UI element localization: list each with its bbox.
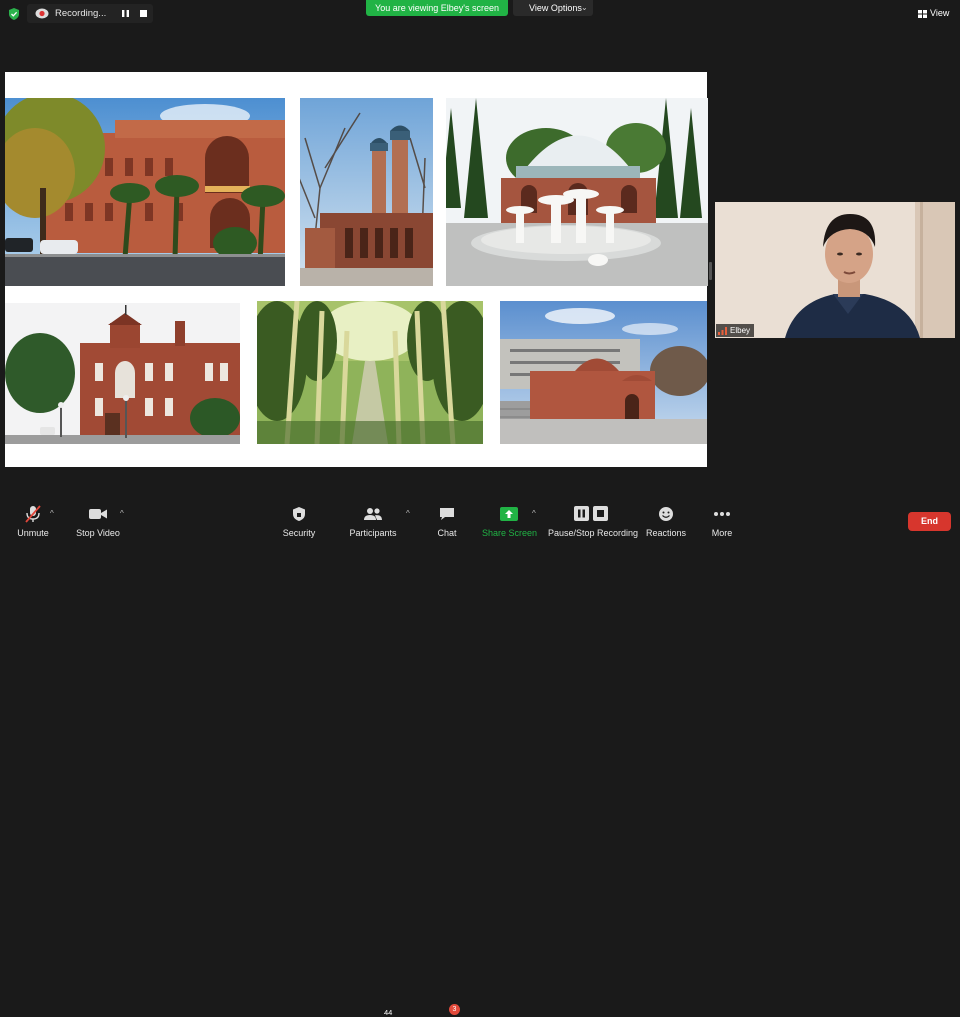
chevron-down-icon: ⌄ (581, 3, 588, 12)
photo-green-park-alley (257, 301, 483, 444)
photo-mosque-minarets (300, 98, 433, 286)
recording-controls-icon (574, 506, 608, 521)
participants-options-caret[interactable]: ^ (406, 509, 410, 518)
chat-unread-badge: 3 (449, 1004, 460, 1015)
audio-options-caret[interactable]: ^ (50, 509, 54, 518)
reactions-label: Reactions (646, 528, 687, 538)
view-label: View (930, 8, 950, 18)
participants-count: 44 (384, 1008, 393, 1017)
view-button[interactable]: View (918, 8, 949, 18)
video-options-caret[interactable]: ^ (120, 509, 124, 518)
video-camera-icon (89, 509, 107, 519)
stop-video-button[interactable]: Stop Video (72, 504, 124, 538)
security-shield-icon[interactable] (7, 7, 21, 21)
pause-stop-recording-label: Pause/Stop Recording (548, 528, 639, 538)
photo-small-domed-building (500, 301, 707, 444)
pause-stop-recording-button[interactable]: Pause/Stop Recording (548, 504, 639, 538)
view-options-button[interactable]: View Options ⌄ (513, 0, 593, 16)
share-screen-button[interactable]: Share Screen (482, 504, 538, 538)
recording-label: Recording... (55, 8, 107, 19)
security-shield-icon (293, 507, 305, 521)
participant-name-tag: Elbey (716, 324, 755, 337)
chat-button[interactable]: Chat (432, 504, 462, 538)
more-button[interactable]: More (706, 504, 738, 538)
share-screen-arrow-icon (500, 507, 518, 521)
reactions-button[interactable]: Reactions (646, 504, 686, 538)
share-options-caret[interactable]: ^ (532, 509, 536, 518)
chat-label: Chat (437, 528, 457, 538)
participant-video-tile[interactable] (715, 202, 955, 338)
unmute-button[interactable]: Unmute (12, 504, 54, 538)
photo-domed-building-fountain (446, 98, 708, 286)
participants-label: Participants (349, 528, 397, 538)
chat-icon (440, 508, 454, 520)
microphone-muted-icon (25, 505, 41, 523)
reactions-emoji-icon (659, 507, 673, 521)
viewing-screen-banner: You are viewing Elbey's screen (366, 0, 508, 16)
participants-icon (364, 508, 382, 520)
security-label: Security (282, 528, 316, 538)
shared-screen (5, 72, 708, 467)
signal-bars-icon (718, 326, 727, 335)
share-screen-label: Share Screen (482, 528, 538, 538)
more-label: More (711, 528, 733, 538)
stop-video-label: Stop Video (76, 528, 120, 538)
more-dots-icon (714, 512, 730, 516)
end-meeting-button[interactable]: End (908, 512, 951, 531)
panel-resize-handle[interactable] (709, 262, 712, 280)
stop-icon[interactable] (140, 10, 147, 17)
participants-button[interactable]: Participants (348, 504, 398, 538)
grid-view-icon (918, 10, 927, 18)
security-button[interactable]: Security (280, 504, 318, 538)
view-options-label: View Options (529, 3, 582, 13)
unmute-label: Unmute (17, 528, 49, 538)
photo-brick-municipal-building (5, 303, 240, 444)
recording-icon (35, 8, 49, 19)
participant-name: Elbey (730, 326, 751, 335)
pause-icon[interactable] (121, 9, 130, 18)
photo-red-palace (5, 98, 285, 286)
meeting-toolbar: Unmute ^ Stop Video ^ Security Participa… (0, 500, 960, 1017)
